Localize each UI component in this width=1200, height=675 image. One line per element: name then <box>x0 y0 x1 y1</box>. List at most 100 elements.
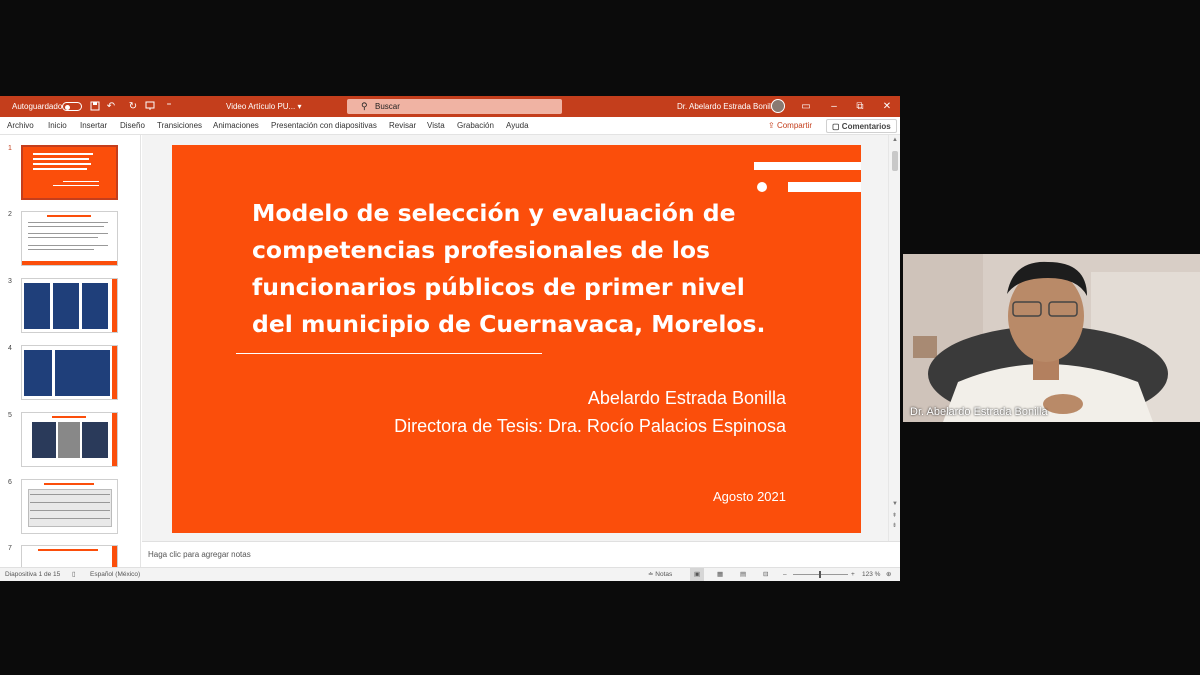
autosave-label: Autoguardado <box>12 102 63 111</box>
share-icon: ⇪ <box>768 121 775 130</box>
powerpoint-window: Autoguardado ↶ ↻ ⁼ Video Artículo PU... … <box>0 96 900 581</box>
slide-thumbnail-7[interactable] <box>21 545 118 567</box>
decorative-bar <box>754 162 861 170</box>
slide-thumbnail-2[interactable] <box>21 211 118 266</box>
zoom-slider-thumb[interactable] <box>819 571 821 578</box>
slide-title-line: competencias profesionales de los <box>252 236 711 264</box>
save-icon[interactable] <box>90 96 100 117</box>
tab-archivo[interactable]: Archivo <box>7 117 34 135</box>
slide-counter: Diapositiva 1 de 15 <box>5 571 61 578</box>
notes-pane[interactable]: Haga clic para agregar notas <box>142 541 900 567</box>
autosave-toggle[interactable] <box>62 102 82 111</box>
title-underline <box>236 353 542 354</box>
chevron-down-icon: ▾ <box>297 102 302 111</box>
comments-button[interactable]: ▢ Comentarios <box>826 119 897 133</box>
slide-thumbnail-4[interactable] <box>21 345 118 400</box>
thumbnail-row[interactable]: 1 <box>0 145 140 207</box>
slide-title-line: del municipio de Cuernavaca, Morelos. <box>252 310 766 338</box>
slide-title-line: Modelo de selección y evaluación de <box>252 199 736 227</box>
thumbnail-number: 6 <box>8 479 12 486</box>
previous-slide-icon[interactable]: ⇞ <box>892 512 897 519</box>
zoom-in-icon[interactable]: + <box>851 568 855 581</box>
restore-button[interactable]: ⧉ <box>855 96 865 117</box>
thumbnail-row[interactable]: 3 <box>0 278 140 340</box>
webcam-image <box>903 254 1200 422</box>
thumbnail-number: 5 <box>8 412 12 419</box>
document-title[interactable]: Video Artículo PU... ▾ <box>226 96 301 117</box>
search-icon: ⚲ <box>361 101 368 111</box>
thumbnail-row[interactable]: 2 <box>0 211 140 273</box>
slide-thumbnail-1[interactable] <box>21 145 118 200</box>
thumbnail-number: 4 <box>8 345 12 352</box>
tab-presentacion[interactable]: Presentación con diapositivas <box>271 117 377 135</box>
thumbnail-number: 2 <box>8 211 12 218</box>
slide-thumbnail-3[interactable] <box>21 278 118 333</box>
slide-date[interactable]: Agosto 2021 <box>713 489 786 504</box>
slide-editor: Modelo de selección y evaluación de comp… <box>142 135 888 541</box>
slide-canvas[interactable]: Modelo de selección y evaluación de comp… <box>172 145 861 533</box>
notes-icon: ≐ <box>648 571 654 578</box>
decorative-dot <box>757 182 767 192</box>
fit-to-window-icon[interactable]: ⊕ <box>886 568 891 581</box>
search-input[interactable]: ⚲ Buscar <box>347 99 562 114</box>
decorative-bar <box>788 182 861 192</box>
redo-icon[interactable]: ↻ <box>128 96 138 117</box>
slide-thumbnail-6[interactable] <box>21 479 118 534</box>
ribbon-display-options-icon[interactable]: ▭ <box>801 96 811 117</box>
tab-vista[interactable]: Vista <box>427 117 445 135</box>
user-name[interactable]: Dr. Abelardo Estrada Bonilla <box>677 96 777 117</box>
participant-name-label: Dr. Abelardo Estrada Bonilla <box>910 406 1048 418</box>
slideshow-icon[interactable]: ⊟ <box>763 568 768 581</box>
title-bar: Autoguardado ↶ ↻ ⁼ Video Artículo PU... … <box>0 96 900 117</box>
tab-transiciones[interactable]: Transiciones <box>157 117 202 135</box>
tab-insertar[interactable]: Insertar <box>80 117 107 135</box>
slide-author[interactable]: Abelardo Estrada Bonilla <box>588 388 786 409</box>
vertical-scrollbar[interactable]: ▲ ▼ ⇞ ⇟ <box>888 135 900 541</box>
document-title-text: Video Artículo PU... <box>226 102 296 111</box>
thumbnail-number: 3 <box>8 278 12 285</box>
tab-grabacion[interactable]: Grabación <box>457 117 494 135</box>
webcam-feed: Dr. Abelardo Estrada Bonilla <box>903 254 1200 422</box>
notes-label: Notas <box>655 571 673 578</box>
close-button[interactable]: ✕ <box>882 96 892 117</box>
undo-icon[interactable]: ↶ <box>106 96 116 117</box>
reading-view-icon[interactable]: ▤ <box>740 568 746 581</box>
slide-thumbnail-5[interactable] <box>21 412 118 467</box>
thumbnail-row[interactable]: 6 <box>0 479 140 541</box>
scrollbar-thumb[interactable] <box>892 151 898 171</box>
comment-icon: ▢ <box>832 122 840 131</box>
tab-diseno[interactable]: Diseño <box>120 117 145 135</box>
avatar[interactable] <box>771 99 785 113</box>
slide-title-line: funcionarios públicos de primer nivel <box>252 273 745 301</box>
normal-view-icon[interactable]: ▣ <box>690 568 705 581</box>
tab-ayuda[interactable]: Ayuda <box>506 117 529 135</box>
status-bar: Diapositiva 1 de 15 ▯ Español (México) ≐… <box>0 567 900 581</box>
ribbon-tabs: Archivo Inicio Insertar Diseño Transicio… <box>0 117 900 135</box>
slide-sorter-icon[interactable]: ▦ <box>717 568 723 581</box>
thumbnail-number: 1 <box>8 145 12 152</box>
spellcheck-icon[interactable]: ▯ <box>72 568 76 581</box>
notes-toggle[interactable]: ≐ Notas <box>648 568 672 581</box>
slide-thumbnail-pane: 1 2 3 4 5 6 7 <box>0 135 141 567</box>
slide-title[interactable]: Modelo de selección y evaluación de comp… <box>252 195 812 343</box>
thumbnail-row[interactable]: 7 <box>0 545 140 567</box>
next-slide-icon[interactable]: ⇟ <box>892 522 897 529</box>
scroll-down-icon[interactable]: ▼ <box>892 501 898 507</box>
search-placeholder: Buscar <box>375 102 400 111</box>
customize-toolbar-icon[interactable]: ⁼ <box>164 96 174 117</box>
share-button[interactable]: ⇪ Compartir <box>768 119 812 133</box>
scroll-up-icon[interactable]: ▲ <box>892 137 898 143</box>
present-from-start-icon[interactable] <box>145 96 155 117</box>
slide-director[interactable]: Directora de Tesis: Dra. Rocío Palacios … <box>394 416 786 437</box>
minimize-button[interactable]: – <box>829 96 839 117</box>
thumbnail-row[interactable]: 4 <box>0 345 140 407</box>
comments-label: Comentarios <box>841 122 891 131</box>
share-label: Compartir <box>776 121 813 130</box>
tab-inicio[interactable]: Inicio <box>48 117 67 135</box>
thumbnail-row[interactable]: 5 <box>0 412 140 474</box>
tab-animaciones[interactable]: Animaciones <box>213 117 259 135</box>
zoom-out-icon[interactable]: – <box>783 568 787 581</box>
language-indicator[interactable]: Español (México) <box>90 568 140 581</box>
tab-revisar[interactable]: Revisar <box>389 117 416 135</box>
zoom-level[interactable]: 123 % <box>862 568 880 581</box>
